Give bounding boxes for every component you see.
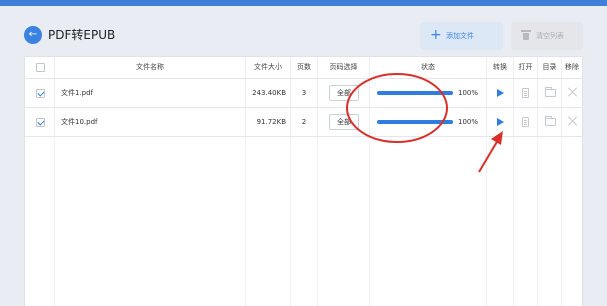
- progress-bar: [377, 120, 453, 124]
- page-count: 3: [301, 89, 307, 97]
- progress-fill: [377, 91, 453, 95]
- open-file-icon[interactable]: [522, 117, 529, 127]
- column-header-convert: 转换: [493, 63, 507, 71]
- progress-bar: [377, 91, 453, 95]
- page-title: PDF转EPUB: [48, 28, 116, 42]
- remove-icon[interactable]: [567, 115, 579, 127]
- header: ← PDF转EPUB + 添加文件 清空列表: [0, 6, 607, 56]
- empty-list-area: [25, 137, 582, 306]
- page-count: 2: [301, 118, 307, 126]
- column-header-size: 文件大小: [254, 63, 282, 71]
- play-icon[interactable]: [497, 118, 504, 126]
- open-file-icon[interactable]: [522, 88, 529, 98]
- add-file-button[interactable]: + 添加文件: [420, 22, 503, 50]
- remove-icon[interactable]: [567, 86, 579, 98]
- progress-percent: 100%: [458, 118, 479, 126]
- column-header-pages: 页数: [297, 63, 311, 71]
- folder-icon[interactable]: [545, 87, 556, 97]
- column-header-open: 打开: [518, 63, 533, 71]
- column-header-remove: 移除: [565, 63, 579, 71]
- progress-fill: [377, 120, 453, 124]
- file-name: 文件1.pdf: [61, 89, 94, 97]
- column-header-folder: 目录: [542, 63, 557, 71]
- plus-icon: +: [430, 27, 442, 43]
- file-name: 文件10.pdf: [61, 118, 98, 126]
- table-header: 文件名称 文件大小 页数 页码选择 状态 转换 打开 目录 移除: [25, 57, 582, 79]
- row-checkbox[interactable]: [36, 89, 45, 98]
- trash-icon: [521, 30, 531, 40]
- progress-percent: 100%: [458, 89, 479, 97]
- file-size: 91.72KB: [256, 118, 286, 126]
- file-table: 文件名称 文件大小 页数 页码选择 状态 转换 打开 目录 移除 文件1.pdf…: [24, 56, 583, 306]
- arrow-left-icon: ←: [28, 29, 38, 40]
- table-row: 文件10.pdf 91.72KB 2 全部 100%: [25, 108, 582, 137]
- folder-icon[interactable]: [545, 116, 556, 126]
- add-file-label: 添加文件: [446, 32, 474, 40]
- back-button[interactable]: ←: [24, 26, 42, 44]
- row-checkbox[interactable]: [36, 118, 45, 127]
- select-all-checkbox[interactable]: [36, 63, 45, 72]
- clear-list-label: 清空列表: [536, 32, 564, 40]
- file-size: 243.40KB: [252, 89, 286, 97]
- column-header-page-select: 页码选择: [329, 63, 358, 71]
- page-select-button[interactable]: 全部: [329, 85, 359, 101]
- clear-list-button[interactable]: 清空列表: [511, 22, 583, 50]
- column-header-name: 文件名称: [136, 63, 164, 71]
- play-icon[interactable]: [497, 89, 504, 97]
- table-row: 文件1.pdf 243.40KB 3 全部 100%: [25, 79, 582, 108]
- page-select-button[interactable]: 全部: [329, 114, 359, 130]
- column-header-status: 状态: [421, 63, 435, 71]
